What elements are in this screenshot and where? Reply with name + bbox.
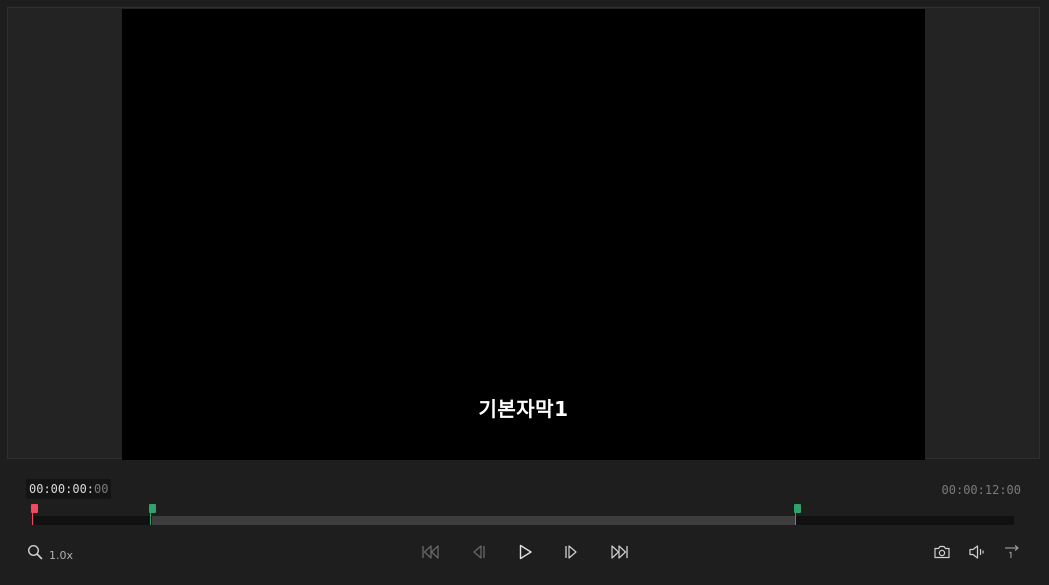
skip-to-end-icon[interactable] xyxy=(608,541,630,563)
video-canvas[interactable]: 기본자막1 xyxy=(122,9,925,460)
out-point-line xyxy=(795,513,797,525)
out-point-marker[interactable] xyxy=(794,504,802,525)
skip-to-start-icon[interactable] xyxy=(420,541,442,563)
current-timecode[interactable]: 00:00:00:00 xyxy=(26,479,112,499)
playhead-line xyxy=(32,513,33,525)
total-duration: 00:00:12:00 xyxy=(941,483,1021,497)
transport-controls xyxy=(420,540,630,564)
out-point-flag[interactable] xyxy=(794,504,802,513)
step-back-icon[interactable] xyxy=(467,541,489,563)
magnifier-icon[interactable] xyxy=(27,544,43,560)
video-preview-panel: 기본자막1 00:00:00:00 00:00:12:00 1.0x xyxy=(0,0,1049,585)
camera-icon[interactable] xyxy=(931,541,953,563)
in-point-flag[interactable] xyxy=(148,504,156,513)
timeline-scrubber[interactable] xyxy=(31,504,1014,525)
current-timecode-frames: 00 xyxy=(94,482,109,496)
zoom-control[interactable]: 1.0x xyxy=(27,540,73,564)
preview-viewport: 기본자막1 xyxy=(7,7,1040,460)
volume-icon[interactable] xyxy=(966,541,988,563)
subtitle-track-icon[interactable] xyxy=(1001,541,1023,563)
zoom-level: 1.0x xyxy=(49,548,74,562)
play-icon[interactable] xyxy=(514,541,536,563)
in-point-marker[interactable] xyxy=(148,504,157,525)
selected-range[interactable] xyxy=(151,516,796,525)
step-forward-icon[interactable] xyxy=(561,541,583,563)
viewer-tools xyxy=(931,540,1023,564)
in-point-line xyxy=(149,513,151,525)
playhead-marker[interactable] xyxy=(31,504,39,525)
playhead-flag[interactable] xyxy=(31,504,38,513)
current-timecode-main: 00:00:00: xyxy=(29,482,95,496)
subtitle-text[interactable]: 기본자막1 xyxy=(122,393,925,422)
